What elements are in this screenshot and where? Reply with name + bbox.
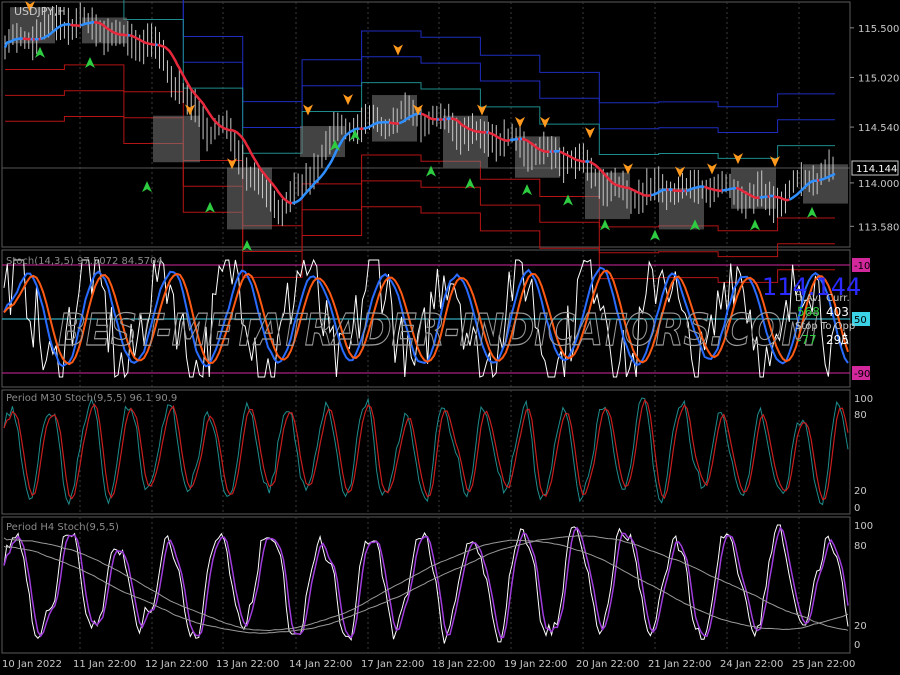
m30-tick-label: 80 — [854, 410, 867, 421]
moving-average-line — [668, 188, 673, 192]
buy-arrow-icon — [205, 201, 215, 213]
moving-average-line — [22, 37, 31, 41]
symbol-label: USDJPY,H — [14, 5, 66, 18]
buy-arrow-icon — [426, 165, 436, 177]
moving-average-line — [553, 149, 561, 153]
level-band — [5, 90, 835, 258]
price-tick-label: 115.500 — [858, 24, 899, 35]
current-price-label: 114.144 — [856, 164, 897, 175]
moving-average-line — [388, 121, 400, 125]
buy-arrow-icon — [522, 184, 532, 196]
sell-arrow-icon — [770, 156, 780, 168]
stoch-panel-title: Stoch(14,3,5) 97.5072 84.5704 — [6, 256, 163, 267]
moving-average-line — [446, 117, 451, 121]
h4-slow-line-b — [3, 537, 849, 632]
session-box — [515, 136, 560, 178]
price-panel[interactable] — [3, 0, 848, 283]
session-box — [659, 188, 704, 230]
stoch-level-label: 50 — [854, 315, 867, 326]
sell-arrow-icon — [585, 127, 595, 139]
moving-average-line — [767, 194, 770, 198]
time-axis-label: 11 Jan 22:00 — [73, 659, 136, 670]
buy-arrow-icon — [650, 229, 660, 241]
m30-tick-label: 100 — [854, 394, 873, 405]
buy-arrow-icon — [85, 57, 95, 69]
moving-average-line — [816, 178, 820, 182]
level-band — [182, 0, 835, 108]
stoch-level-label: -90 — [854, 369, 870, 380]
info-val3: -77 — [797, 333, 817, 347]
info-row2-label: Stop To Opp — [795, 321, 855, 332]
sell-arrow-icon — [515, 116, 525, 128]
h4-tick-label: 20 — [854, 621, 867, 632]
time-axis-label: 10 Jan 2022 — [2, 659, 62, 670]
session-box — [443, 115, 488, 168]
h4-tick-label: 80 — [854, 541, 867, 552]
time-axis-label: 24 Jan 22:00 — [720, 659, 783, 670]
moving-average-line — [769, 194, 774, 198]
time-axis-label: 21 Jan 22:00 — [648, 659, 711, 670]
info-val2: 403 — [826, 305, 849, 319]
moving-average-line — [155, 43, 158, 47]
time-axis-label: 19 Jan 22:00 — [504, 659, 567, 670]
level-band — [123, 0, 835, 159]
h4-stoch-panel[interactable]: 100 80 20 0 — [3, 521, 873, 651]
buy-arrow-icon — [242, 240, 252, 251]
time-axis-label: 17 Jan 22:00 — [361, 659, 424, 670]
h4-panel-title: Period H4 Stoch(9,5,5) — [6, 522, 119, 533]
m30-panel-title: Period M30 Stoch(9,5,5) 96.1 90.9 — [6, 393, 177, 404]
sell-arrow-icon — [393, 44, 403, 56]
h4-stoch-line — [3, 524, 849, 644]
sell-arrow-icon — [343, 94, 353, 106]
h4-tick-label: 100 — [854, 521, 873, 532]
price-tick-label: 113.580 — [858, 222, 899, 233]
moving-average-line — [509, 138, 519, 142]
price-tick-label: 114.000 — [858, 179, 899, 190]
moving-average-line — [759, 195, 768, 199]
buy-arrow-icon — [600, 219, 610, 231]
m30-stoch-line — [3, 397, 849, 506]
sell-arrow-icon — [477, 104, 487, 116]
m30-signal-line — [3, 398, 849, 501]
time-axis-label: 14 Jan 22:00 — [289, 659, 352, 670]
time-axis-label: 13 Jan 22:00 — [216, 659, 279, 670]
h4-tick-label: 0 — [854, 640, 860, 651]
sell-arrow-icon — [540, 116, 550, 128]
session-box — [372, 95, 417, 142]
buy-arrow-icon — [807, 206, 817, 218]
m30-tick-label: 20 — [854, 486, 867, 497]
time-axis-label: 12 Jan 22:00 — [145, 659, 208, 670]
moving-average-line — [704, 185, 723, 193]
trading-chart[interactable]: -10 50 -90 100 80 20 0 100 80 20 0 10 Jan 2022 11… — [0, 0, 900, 675]
time-axis-label: 18 Jan 22:00 — [432, 659, 495, 670]
sell-arrow-icon — [185, 104, 195, 116]
moving-average-line — [487, 131, 511, 142]
info-col1-header: D.Av. — [795, 293, 820, 304]
watermark: BEST-METATRADER-INDICATORS.COM — [58, 305, 818, 356]
moving-average-line — [70, 23, 81, 27]
session-box — [153, 115, 200, 163]
sell-arrow-icon — [707, 163, 717, 175]
buy-arrow-icon — [750, 219, 760, 231]
time-axis-label: 25 Jan 22:00 — [792, 659, 855, 670]
info-col2-header: Curr. — [826, 293, 850, 304]
sell-arrow-icon — [303, 104, 313, 116]
panel-frame — [1, 1, 851, 248]
h4-slow-line-a — [3, 535, 849, 634]
price-tick-label: 115.020 — [858, 73, 899, 84]
stoch-level-label: -10 — [854, 261, 870, 272]
m30-tick-label: 0 — [854, 503, 860, 514]
moving-average-line — [672, 188, 683, 193]
panel-frame — [1, 389, 851, 515]
time-axis-label: 20 Jan 22:00 — [576, 659, 639, 670]
info-val1: 568 — [797, 305, 820, 319]
price-tick-label: 114.540 — [858, 123, 899, 134]
buy-arrow-icon — [142, 181, 152, 193]
info-val4: 295 — [826, 333, 849, 347]
